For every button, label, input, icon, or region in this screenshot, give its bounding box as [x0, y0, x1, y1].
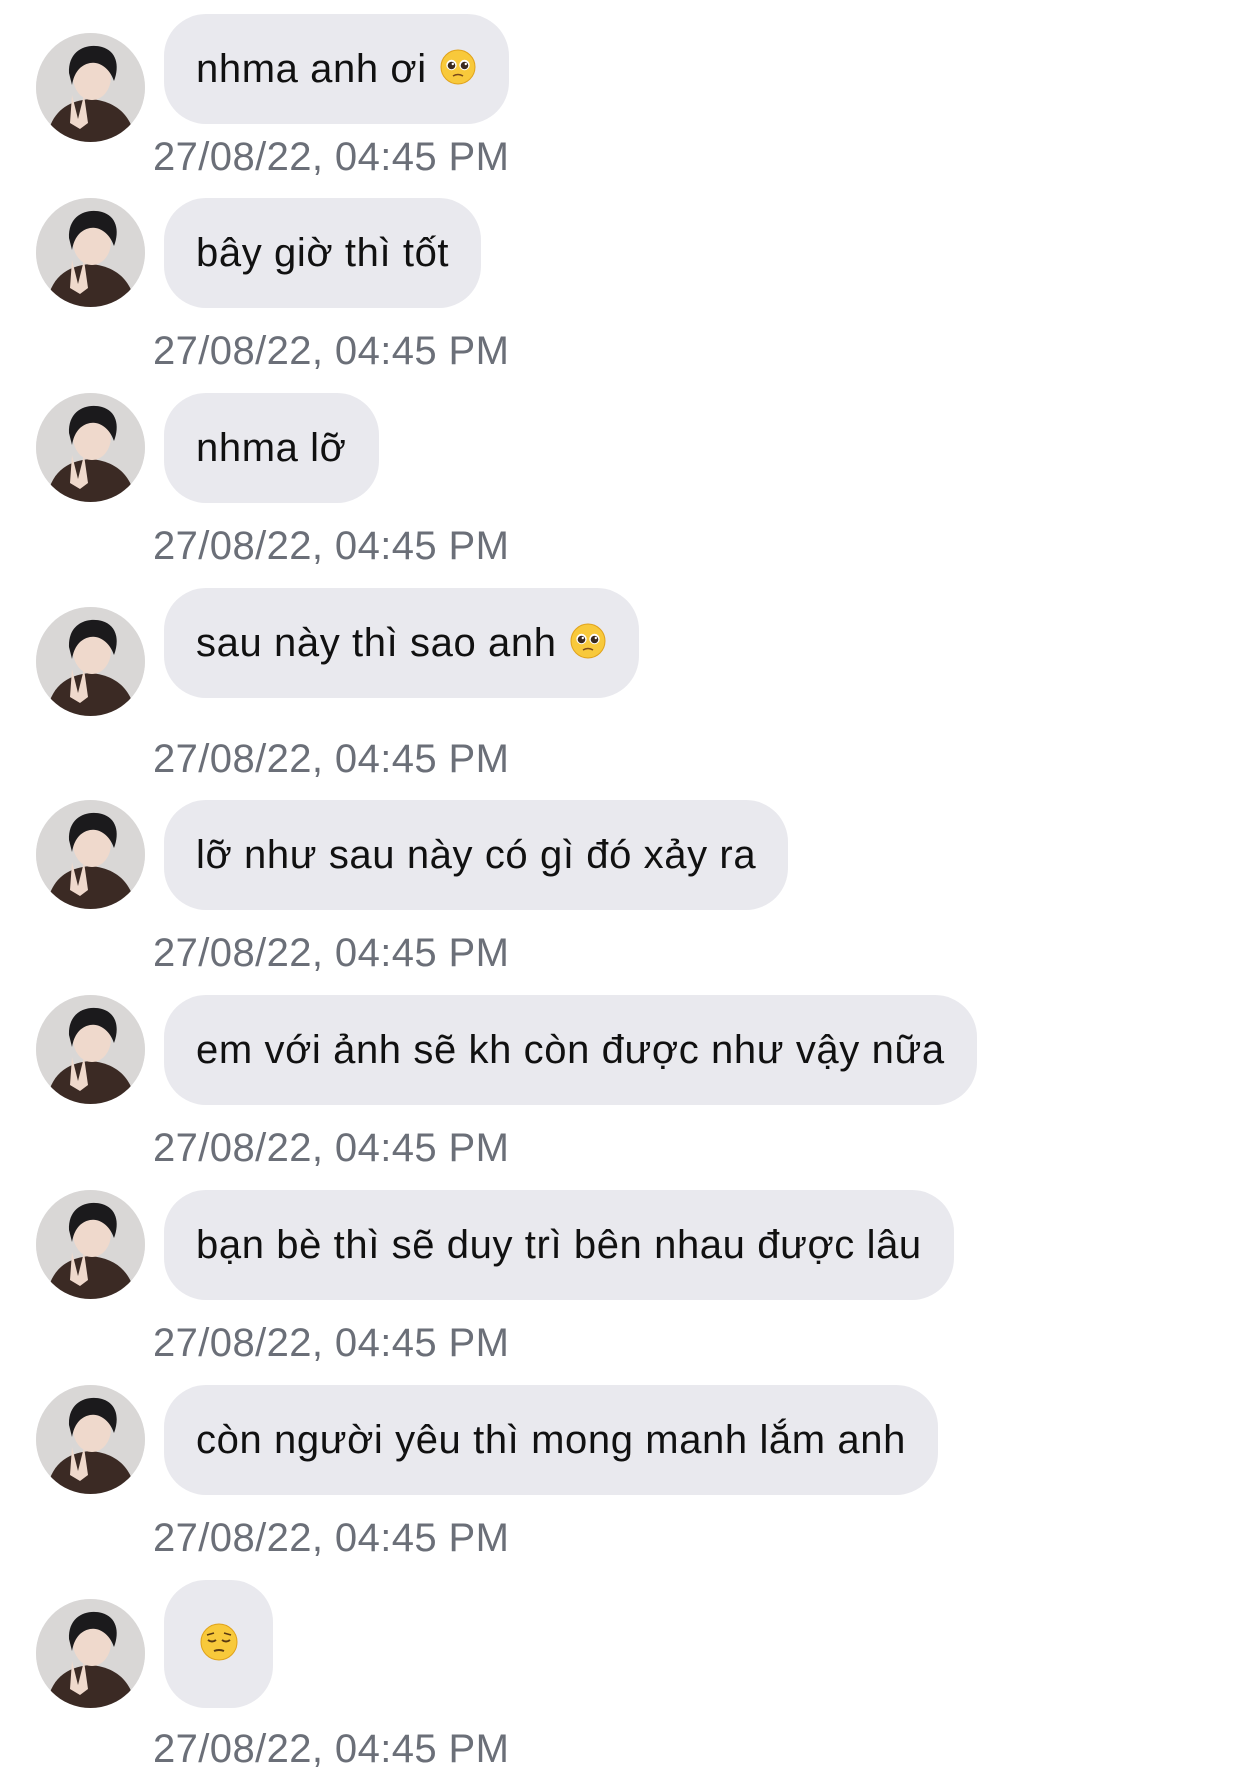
message-thread: nhma anh ơi 27/08/22, 04:45 PM bây giờ t…: [0, 0, 1242, 1783]
pensive-face-icon: [199, 1622, 239, 1667]
message-timestamp: 27/08/22, 04:45 PM: [153, 1727, 510, 1771]
avatar[interactable]: [36, 1190, 145, 1299]
message-text: bây giờ thì tốt: [196, 230, 450, 275]
message-bubble[interactable]: em với ảnh sẽ kh còn được như vậy nữa: [164, 995, 977, 1105]
message-bubble[interactable]: [164, 1580, 273, 1708]
message-bubble[interactable]: nhma anh ơi: [164, 14, 509, 124]
avatar[interactable]: [36, 198, 145, 307]
message-text: bạn bè thì sẽ duy trì bên nhau được lâu: [196, 1222, 922, 1267]
message-bubble[interactable]: sau này thì sao anh: [164, 588, 639, 698]
message-timestamp: 27/08/22, 04:45 PM: [153, 737, 510, 781]
message-text: nhma lỡ: [196, 425, 347, 470]
message-text: lỡ như sau này có gì đó xảy ra: [196, 832, 757, 877]
message-timestamp: 27/08/22, 04:45 PM: [153, 524, 510, 568]
message-text: còn người yêu thì mong manh lắm anh: [196, 1417, 906, 1462]
message-text: nhma anh ơi: [196, 46, 427, 91]
avatar[interactable]: [36, 393, 145, 502]
message-timestamp: 27/08/22, 04:45 PM: [153, 135, 510, 179]
pleading-face-icon: [439, 48, 477, 91]
message-timestamp: 27/08/22, 04:45 PM: [153, 1516, 510, 1560]
avatar[interactable]: [36, 607, 145, 716]
pleading-face-icon: [569, 622, 607, 665]
avatar[interactable]: [36, 1599, 145, 1708]
message-bubble[interactable]: nhma lỡ: [164, 393, 379, 503]
message-bubble[interactable]: bạn bè thì sẽ duy trì bên nhau được lâu: [164, 1190, 954, 1300]
message-bubble[interactable]: còn người yêu thì mong manh lắm anh: [164, 1385, 938, 1495]
message-text: em với ảnh sẽ kh còn được như vậy nữa: [196, 1027, 945, 1072]
avatar[interactable]: [36, 33, 145, 142]
message-bubble[interactable]: lỡ như sau này có gì đó xảy ra: [164, 800, 789, 910]
message-bubble[interactable]: bây giờ thì tốt: [164, 198, 482, 308]
avatar[interactable]: [36, 800, 145, 909]
avatar[interactable]: [36, 1385, 145, 1494]
message-timestamp: 27/08/22, 04:45 PM: [153, 1126, 510, 1170]
message-timestamp: 27/08/22, 04:45 PM: [153, 329, 510, 373]
message-timestamp: 27/08/22, 04:45 PM: [153, 931, 510, 975]
avatar[interactable]: [36, 995, 145, 1104]
message-timestamp: 27/08/22, 04:45 PM: [153, 1321, 510, 1365]
message-text: sau này thì sao anh: [196, 620, 557, 665]
